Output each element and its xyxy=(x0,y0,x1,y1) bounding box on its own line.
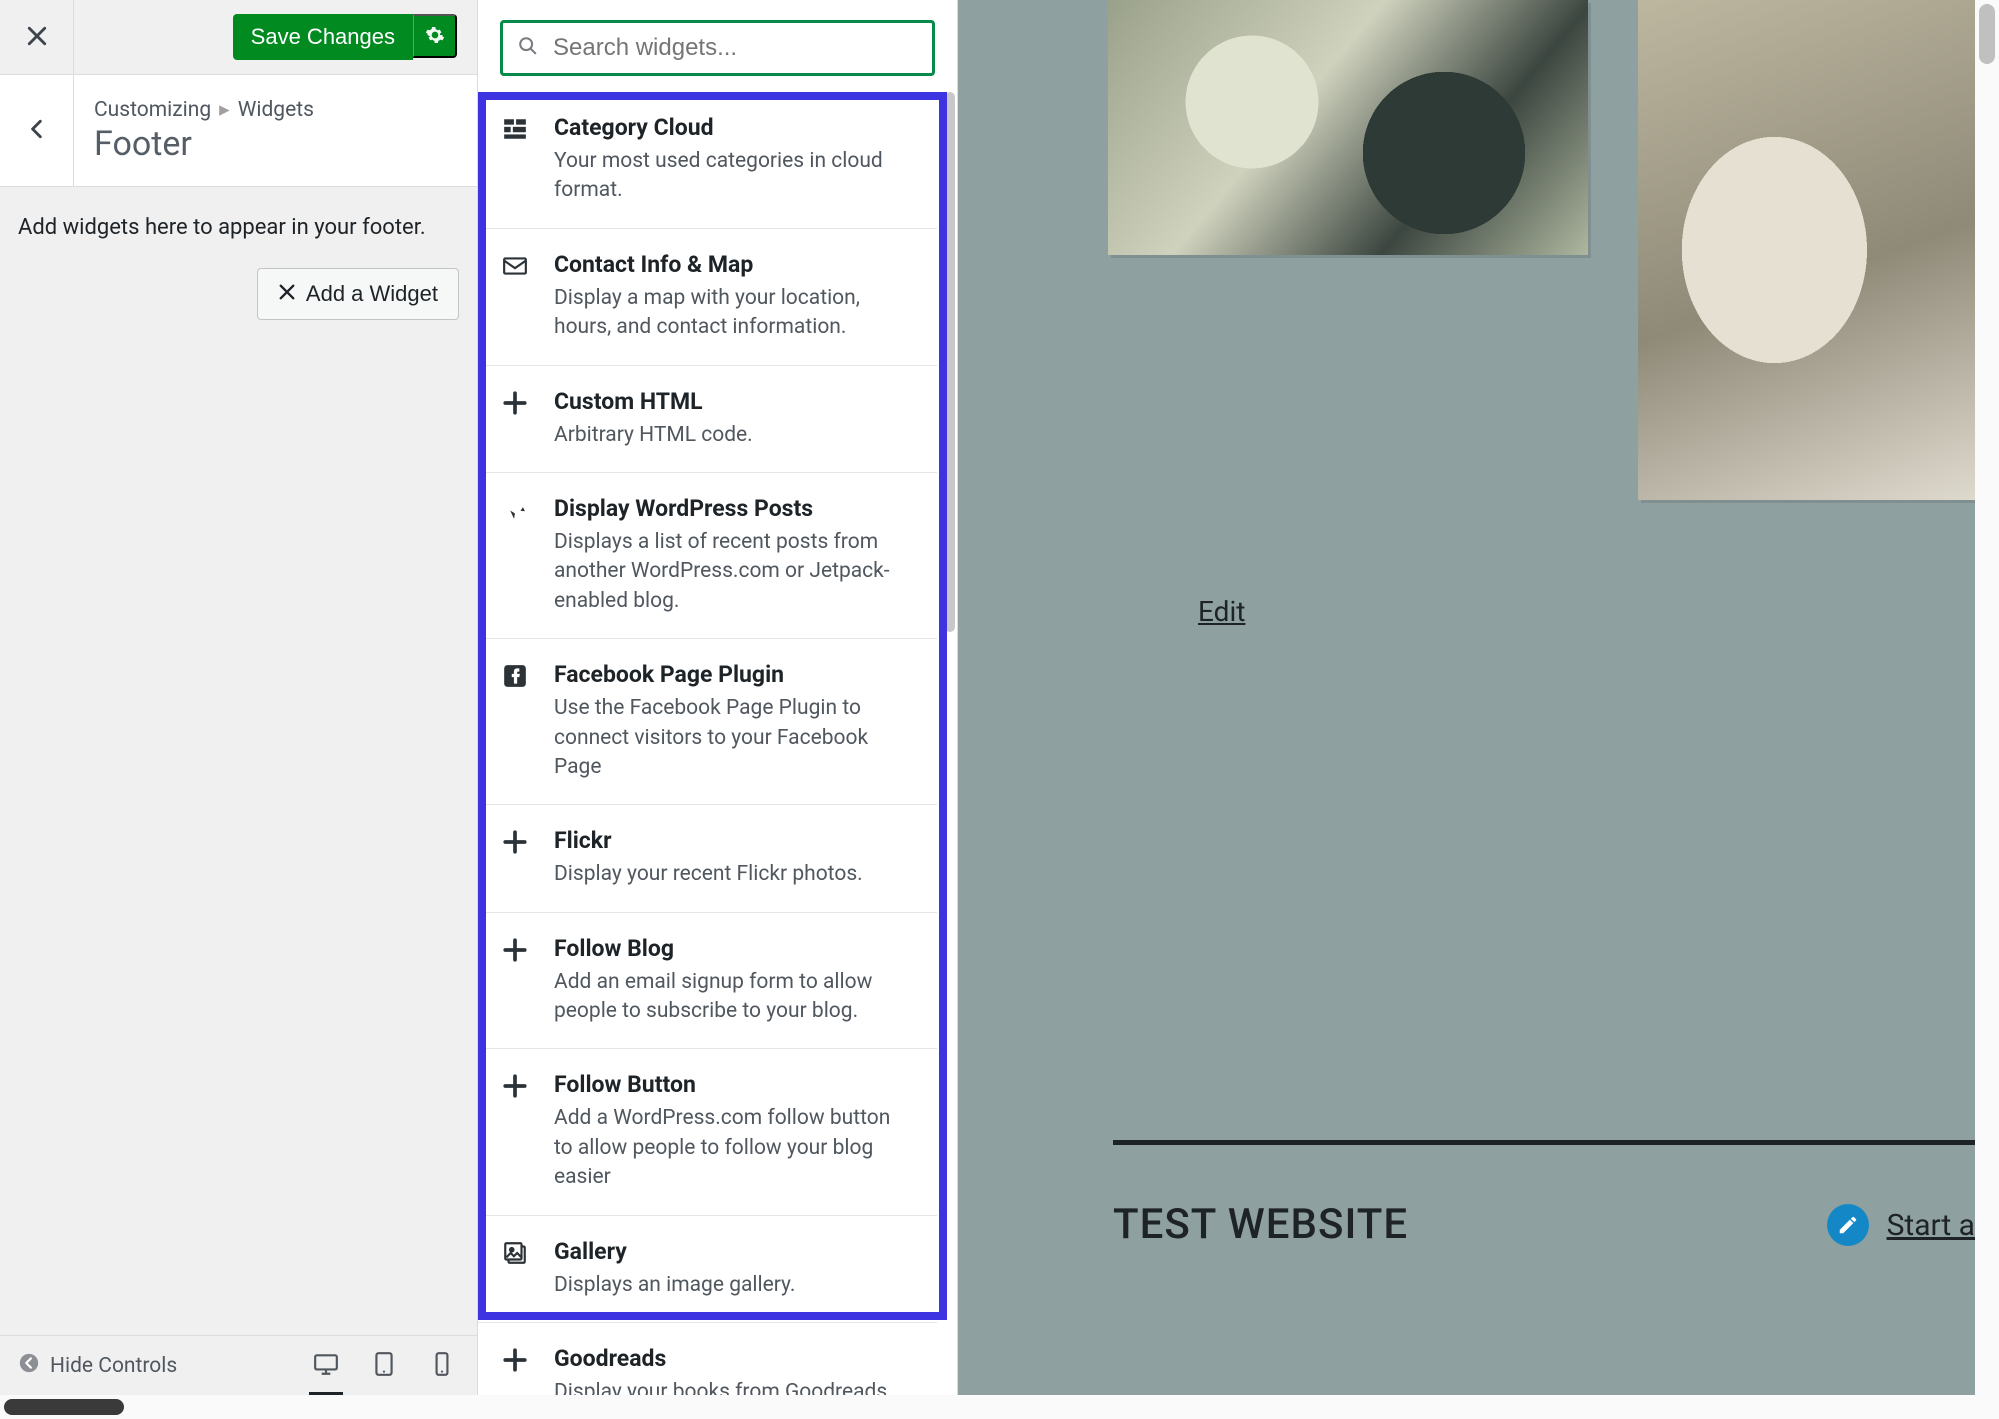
widget-item-desc: Displays an image gallery. xyxy=(554,1271,913,1300)
chevron-left-circle-icon xyxy=(18,1352,40,1380)
widget-item[interactable]: Facebook Page Plugin Use the Facebook Pag… xyxy=(478,639,937,805)
widget-item-desc: Display your books from Goodreads xyxy=(554,1378,913,1395)
widget-item-title: Display WordPress Posts xyxy=(554,495,913,522)
widget-item-desc: Add a WordPress.com follow button to all… xyxy=(554,1104,913,1192)
widget-item-title: Facebook Page Plugin xyxy=(554,661,913,688)
widget-item-title: Custom HTML xyxy=(554,388,913,415)
facebook-icon xyxy=(502,661,532,782)
widget-item-desc: Add an email signup form to allow people… xyxy=(554,968,913,1027)
section-title: Footer xyxy=(94,124,314,164)
preview-desktop-button[interactable] xyxy=(309,1349,343,1383)
widget-item-title: Follow Button xyxy=(554,1071,913,1098)
save-changes-button[interactable]: Save Changes xyxy=(233,14,413,60)
close-icon xyxy=(26,21,48,54)
widget-item-desc: Display a map with your location, hours,… xyxy=(554,284,913,343)
widget-item-desc: Displays a list of recent posts from ano… xyxy=(554,528,913,616)
widget-item-desc: Your most used categories in cloud forma… xyxy=(554,147,913,206)
pin-icon xyxy=(502,495,532,616)
mobile-icon xyxy=(429,1351,455,1381)
close-customizer-button[interactable] xyxy=(0,0,74,74)
customizer-footer-bar: Hide Controls xyxy=(0,1335,477,1395)
widget-item-title: Follow Blog xyxy=(554,935,913,962)
widget-item[interactable]: Display WordPress Posts Displays a list o… xyxy=(478,473,937,639)
widget-item-title: Contact Info & Map xyxy=(554,251,913,278)
window-vertical-scrollbar[interactable] xyxy=(1975,0,1999,1419)
add-widget-label: Add a Widget xyxy=(306,281,438,307)
preview-image-2 xyxy=(1638,0,1975,500)
save-options-button[interactable] xyxy=(413,14,457,58)
breadcrumb-separator-icon: ▸ xyxy=(219,97,230,122)
widget-item[interactable]: Follow Button Add a WordPress.com follow … xyxy=(478,1049,937,1215)
widgets-instructions: Add widgets here to appear in your foote… xyxy=(18,215,459,240)
customizer-sidebar: Save Changes Cust xyxy=(0,0,478,1395)
add-widget-button[interactable]: Add a Widget xyxy=(257,268,459,320)
widget-item-desc: Arbitrary HTML code. xyxy=(554,421,913,450)
gallery-icon xyxy=(502,1238,532,1300)
plus-icon xyxy=(502,1071,532,1192)
plus-icon xyxy=(502,388,532,450)
widget-item-title: Gallery xyxy=(554,1238,913,1265)
widget-item-desc: Use the Facebook Page Plugin to connect … xyxy=(554,694,913,782)
back-button[interactable] xyxy=(0,75,74,187)
breadcrumb-customizing: Customizing xyxy=(94,98,211,122)
hide-controls-label: Hide Controls xyxy=(50,1354,177,1378)
search-icon xyxy=(517,35,539,61)
plus-icon xyxy=(502,1345,532,1395)
plus-icon xyxy=(502,935,532,1027)
save-changes-label: Save Changes xyxy=(251,24,395,50)
widget-item-desc: Display your recent Flickr photos. xyxy=(554,860,913,889)
preview-cta-label: Start a xyxy=(1887,1208,1975,1243)
widget-item[interactable]: Custom HTML Arbitrary HTML code. xyxy=(478,366,937,473)
mail-icon xyxy=(502,251,532,343)
widget-item[interactable]: Gallery Displays an image gallery. xyxy=(478,1216,937,1323)
customizer-section-header: Customizing ▸ Widgets Footer xyxy=(0,75,477,187)
window-horizontal-scrollbar[interactable] xyxy=(0,1395,1975,1419)
widget-item[interactable]: Goodreads Display your books from Goodrea… xyxy=(478,1323,937,1395)
tablet-icon xyxy=(371,1351,397,1381)
breadcrumb: Customizing ▸ Widgets xyxy=(94,97,314,122)
preview-site-name: TEST WEBSITE xyxy=(1113,1200,1408,1249)
widget-item[interactable]: Contact Info & Map Display a map with you… xyxy=(478,229,937,366)
chevron-left-icon xyxy=(26,113,48,148)
widget-search-field[interactable] xyxy=(500,20,935,76)
widget-list-scrollbar[interactable] xyxy=(945,92,955,632)
widget-item[interactable]: Flickr Display your recent Flickr photos. xyxy=(478,805,937,912)
desktop-icon xyxy=(313,1351,339,1381)
preview-edit-link[interactable]: Edit xyxy=(1198,595,1245,628)
widget-item-title: Category Cloud xyxy=(554,114,913,141)
preview-image-1 xyxy=(1108,0,1588,255)
widget-picker-panel: Category Cloud Your most used categories … xyxy=(478,0,958,1395)
plus-icon xyxy=(502,827,532,889)
widget-item[interactable]: Category Cloud Your most used categories … xyxy=(478,92,937,229)
site-preview: Edit TEST WEBSITE Start a xyxy=(958,0,1975,1395)
widget-item[interactable]: Follow Blog Add an email signup form to a… xyxy=(478,913,937,1050)
preview-divider xyxy=(1113,1140,1975,1145)
gear-icon xyxy=(425,25,445,48)
pencil-circle-icon xyxy=(1827,1204,1869,1246)
hide-controls-button[interactable]: Hide Controls xyxy=(18,1352,177,1380)
customizer-body: Add widgets here to appear in your foote… xyxy=(0,187,477,348)
widget-item-title: Goodreads xyxy=(554,1345,913,1372)
close-icon xyxy=(278,281,296,307)
customizer-topbar: Save Changes xyxy=(0,0,477,75)
preview-cta[interactable]: Start a xyxy=(1827,1204,1975,1246)
breadcrumb-section: Widgets xyxy=(238,98,314,122)
preview-mobile-button[interactable] xyxy=(425,1349,459,1383)
widget-list: Category Cloud Your most used categories … xyxy=(478,92,937,1395)
widget-item-title: Flickr xyxy=(554,827,913,854)
preview-tablet-button[interactable] xyxy=(367,1349,401,1383)
grid-icon xyxy=(502,114,532,206)
widget-search-input[interactable] xyxy=(551,33,918,63)
